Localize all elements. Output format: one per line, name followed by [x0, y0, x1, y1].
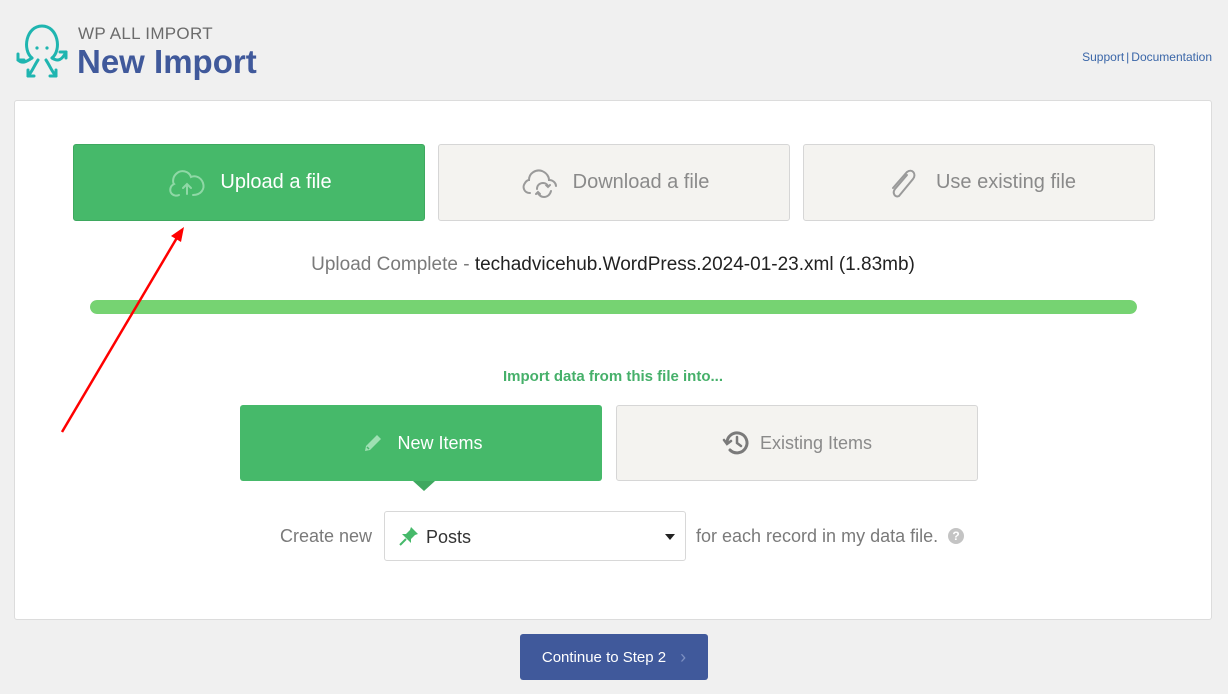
history-icon: [722, 429, 750, 457]
create-new-label: Create new: [280, 526, 373, 546]
upload-progress-fill: [90, 300, 1137, 314]
wp-all-import-logo-icon: [16, 24, 68, 78]
upload-status-label: Upload Complete: [311, 254, 458, 275]
existing-items-button[interactable]: Existing Items: [616, 405, 978, 481]
page-header: WP ALL IMPORT New Import Support | Documen…: [0, 0, 1228, 100]
chevron-right-icon: ›: [680, 646, 687, 667]
upload-file-label: Upload a file: [220, 171, 332, 193]
use-existing-file-button[interactable]: Use existing file: [803, 144, 1155, 221]
download-file-label: Download a file: [572, 171, 710, 193]
continue-label: Continue to Step 2: [541, 648, 667, 666]
new-items-button[interactable]: New Items: [240, 405, 602, 491]
brand-name: WP ALL IMPORT: [78, 24, 213, 43]
upload-file-button[interactable]: Upload a file: [73, 144, 425, 221]
post-type-select[interactable]: Posts: [384, 511, 686, 561]
download-file-button[interactable]: Download a file: [438, 144, 790, 221]
dropdown-caret-icon: [665, 534, 675, 540]
support-link[interactable]: Support: [1082, 50, 1124, 64]
continue-to-step-2-button[interactable]: Continue to Step 2 ›: [520, 634, 708, 680]
use-existing-file-label: Use existing file: [935, 171, 1077, 193]
paperclip-icon: [882, 165, 924, 201]
uploaded-filename: techadvicehub.WordPress.2024-01-23.xml (…: [474, 254, 915, 275]
header-links: Support | Documentation: [1082, 50, 1212, 64]
import-into-heading: Import data from this file into...: [502, 368, 723, 385]
help-icon[interactable]: ?: [948, 528, 964, 544]
pushpin-icon: [399, 527, 418, 546]
documentation-link[interactable]: Documentation: [1131, 50, 1212, 64]
import-card: Upload a file Download a file Use existi…: [14, 100, 1212, 620]
upload-status: Upload Complete - techadvicehub.WordPres…: [15, 254, 1211, 276]
existing-items-label: Existing Items: [759, 432, 873, 453]
selected-post-type: Posts: [426, 527, 472, 547]
cloud-sync-icon: [519, 165, 561, 201]
new-items-label: New Items: [397, 432, 483, 453]
for-each-record-label: for each record in my data file.: [696, 526, 939, 546]
upload-progress-bar: [90, 300, 1137, 314]
status-separator: -: [457, 254, 475, 275]
page-title: New Import: [77, 43, 257, 80]
create-new-row: Create new Posts for each record in my d…: [15, 511, 1211, 561]
pencil-icon: [359, 429, 387, 457]
cloud-upload-icon: [166, 165, 208, 201]
